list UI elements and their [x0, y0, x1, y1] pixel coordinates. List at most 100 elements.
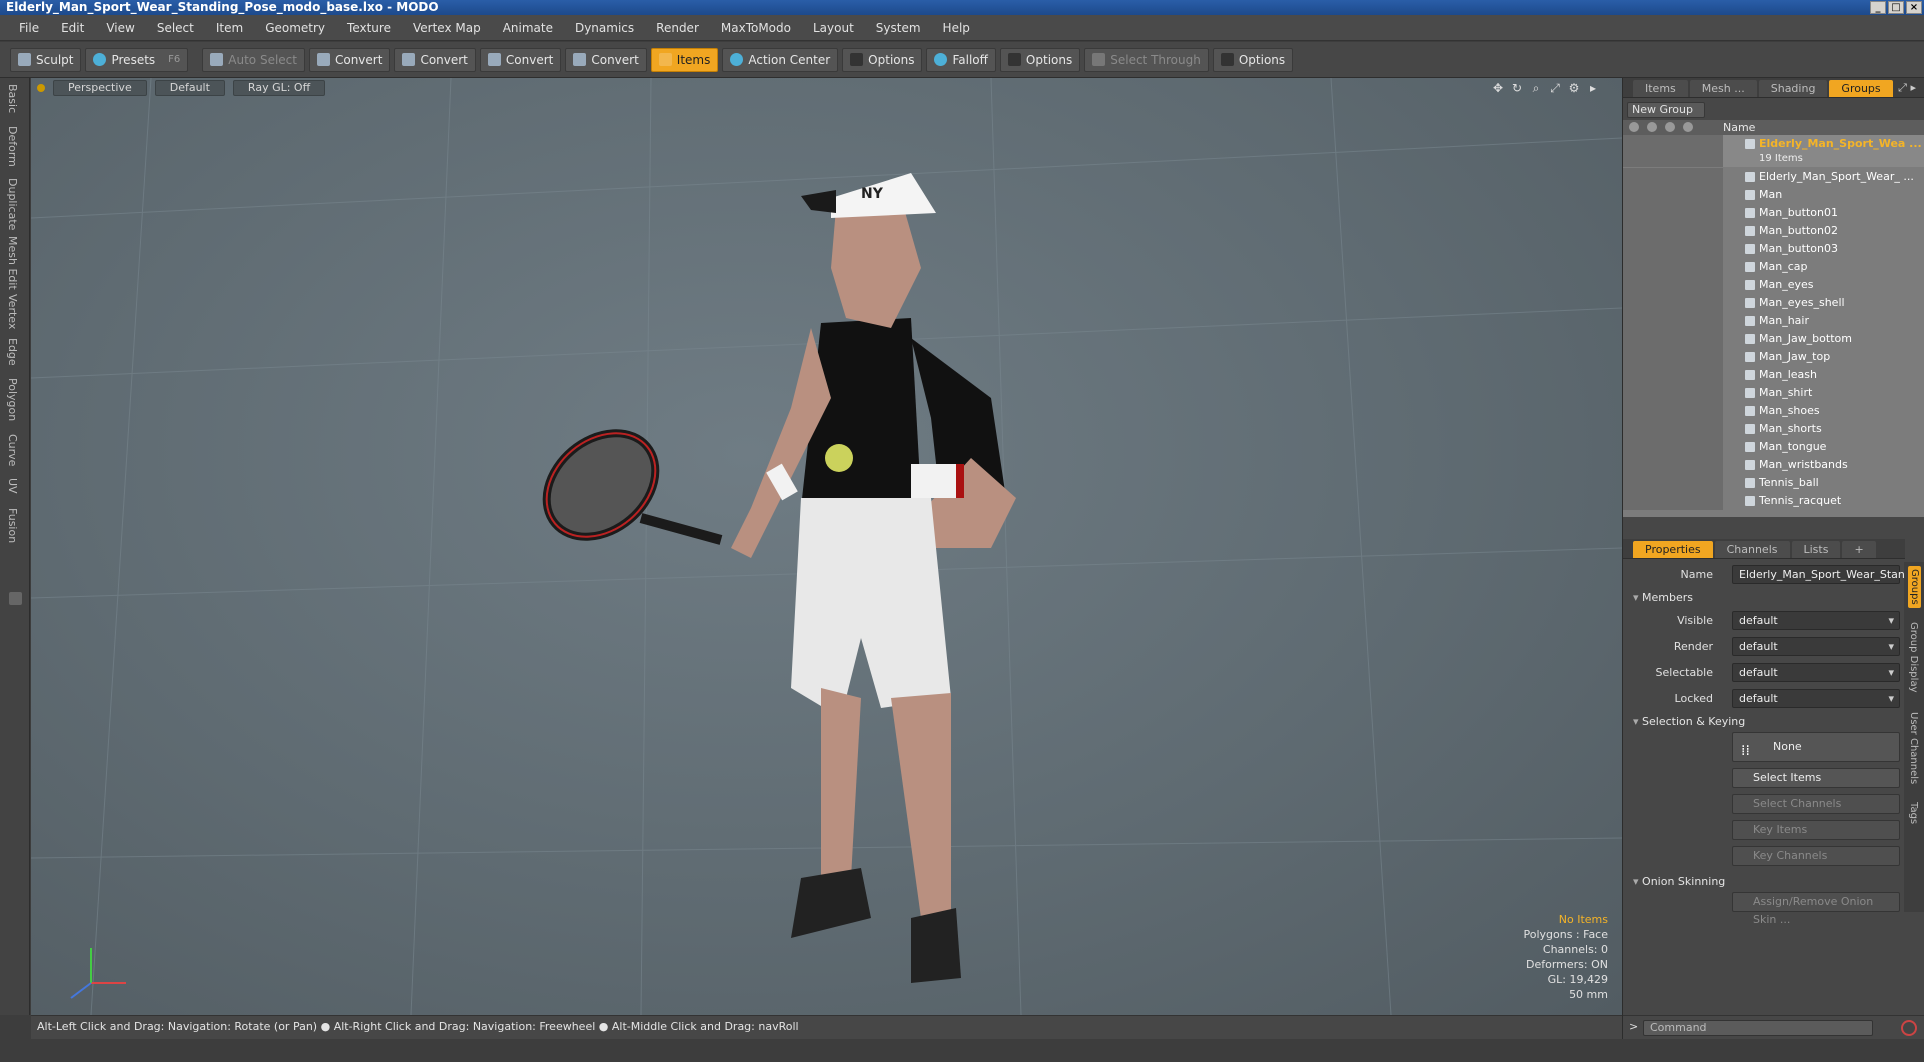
menu-geometry[interactable]: Geometry — [254, 21, 336, 35]
tennis-racquet[interactable] — [526, 412, 723, 558]
tab-properties[interactable]: Properties — [1633, 541, 1713, 558]
expand-icon[interactable]: ⤢ ▸ — [1898, 81, 1916, 95]
tree-item[interactable]: Man_cap — [1623, 258, 1924, 276]
tab-shading[interactable]: Shading — [1758, 80, 1828, 97]
tab-mesh[interactable]: Mesh ... — [1689, 80, 1757, 97]
tree-item[interactable]: Man_button02 — [1623, 222, 1924, 240]
menu-view[interactable]: View — [95, 21, 145, 35]
tree-item[interactable]: Tennis_racquet — [1623, 492, 1924, 510]
menu-dynamics[interactable]: Dynamics — [564, 21, 645, 35]
convert-button-3[interactable]: Convert — [479, 47, 562, 72]
options-button-3[interactable]: Options — [1212, 47, 1294, 72]
tree-item[interactable]: Man_Jaw_top — [1623, 348, 1924, 366]
side-tab-group-display[interactable]: Group Display — [1908, 622, 1919, 692]
name-field[interactable]: Elderly_Man_Sport_Wear_Stand — [1732, 565, 1912, 584]
menu-texture[interactable]: Texture — [336, 21, 402, 35]
convert-button-2[interactable]: Convert — [394, 47, 476, 72]
auto-select-button[interactable]: Auto Select — [202, 47, 305, 72]
menu-layout[interactable]: Layout — [802, 21, 865, 35]
view-type-dropdown[interactable]: Perspective — [53, 80, 147, 96]
falloff-button[interactable]: Falloff — [926, 47, 996, 72]
onion-skinning-section[interactable]: Onion Skinning — [1623, 872, 1905, 892]
tree-item[interactable]: Man_leash — [1623, 366, 1924, 384]
sculpt-button[interactable]: Sculpt — [10, 47, 82, 72]
gear-icon[interactable]: ⚙ — [1567, 81, 1581, 95]
visible-dropdown[interactable]: default — [1732, 611, 1900, 630]
zoom-view-icon[interactable]: ⌕ — [1529, 81, 1543, 95]
tab-fusion[interactable]: Fusion — [6, 508, 19, 543]
menu-select[interactable]: Select — [146, 21, 205, 35]
eye-icon[interactable] — [1629, 122, 1639, 132]
select-through-button[interactable]: Select Through — [1084, 47, 1209, 72]
minimize-button[interactable]: _ — [1870, 1, 1886, 14]
new-group-button[interactable]: New Group — [1627, 102, 1705, 118]
lock-icon[interactable] — [1665, 122, 1675, 132]
action-center-button[interactable]: Action Center — [722, 47, 839, 72]
options-button-1[interactable]: Options — [842, 47, 923, 72]
tab-lists[interactable]: Lists — [1791, 541, 1841, 558]
command-input[interactable]: Command — [1643, 1020, 1873, 1036]
tab-curve[interactable]: Curve — [6, 434, 19, 466]
menu-vertex-map[interactable]: Vertex Map — [402, 21, 492, 35]
tree-item[interactable]: Man_tongue — [1623, 438, 1924, 456]
select-items-button[interactable]: Select Items — [1732, 768, 1900, 788]
menu-edit[interactable]: Edit — [50, 21, 95, 35]
tab-duplicate[interactable]: Duplicate — [6, 178, 19, 230]
tree-item[interactable]: Man_Jaw_bottom — [1623, 330, 1924, 348]
options-button-2[interactable]: Options — [999, 47, 1081, 72]
tree-item[interactable]: Man_button03 — [1623, 240, 1924, 258]
side-tab-user-channels[interactable]: User Channels — [1908, 712, 1919, 784]
shading-dropdown[interactable]: Default — [154, 80, 225, 96]
convert-button-4[interactable]: Convert — [565, 47, 647, 72]
viewport-menu-icon[interactable] — [37, 84, 45, 92]
tree-item[interactable]: Man — [1623, 186, 1924, 204]
maximize-button[interactable]: □ — [1888, 1, 1904, 14]
tab-items[interactable]: Items — [1633, 80, 1688, 97]
tab-edge[interactable]: Edge — [6, 338, 19, 366]
select-icon[interactable] — [1683, 122, 1693, 132]
tree-item[interactable]: Elderly_Man_Sport_Wear_ ... — [1623, 168, 1924, 186]
menu-animate[interactable]: Animate — [492, 21, 564, 35]
key-channels-button[interactable]: Key Channels — [1732, 846, 1900, 866]
menu-file[interactable]: File — [8, 21, 50, 35]
key-items-button[interactable]: Key Items — [1732, 820, 1900, 840]
tab-basic[interactable]: Basic — [6, 84, 19, 113]
chevron-right-icon[interactable]: ▸ — [1586, 81, 1600, 95]
group-row[interactable]: Elderly_Man_Sport_Wea ... 19 Items — [1623, 135, 1924, 167]
side-tab-tags[interactable]: Tags — [1908, 802, 1919, 824]
tree-item[interactable]: Man_shoes — [1623, 402, 1924, 420]
tree-item[interactable]: Man_eyes_shell — [1623, 294, 1924, 312]
menu-help[interactable]: Help — [932, 21, 981, 35]
menu-item[interactable]: Item — [205, 21, 254, 35]
raygl-toggle[interactable]: Ray GL: Off — [232, 80, 326, 96]
column-name[interactable]: Name — [1723, 120, 1755, 135]
locked-dropdown[interactable]: default — [1732, 689, 1900, 708]
add-tab-button[interactable]: + — [1842, 541, 1876, 558]
tree-item[interactable]: Man_shirt — [1623, 384, 1924, 402]
tree-item[interactable]: Man_eyes — [1623, 276, 1924, 294]
assign-onion-skin-button[interactable]: Assign/Remove Onion Skin ... — [1732, 892, 1900, 926]
panel-toggle-icon[interactable] — [9, 592, 22, 605]
render-dropdown[interactable]: default — [1732, 637, 1900, 656]
close-button[interactable]: × — [1906, 1, 1922, 14]
character-model[interactable]: NY — [31, 78, 1622, 1015]
render-icon[interactable] — [1647, 122, 1657, 132]
select-channels-button[interactable]: Select Channels — [1732, 794, 1900, 814]
members-section[interactable]: Members — [1623, 588, 1905, 608]
presets-button[interactable]: Presets F6 — [85, 47, 189, 72]
tab-vertex[interactable]: Vertex — [6, 294, 19, 329]
3d-viewport[interactable]: NY Perspective Default Ray GL: Off ✥ ↻ ⌕… — [31, 78, 1622, 1015]
none-selection-button[interactable]: ⁞⁞ None — [1732, 732, 1900, 762]
selection-keying-section[interactable]: Selection & Keying — [1623, 712, 1905, 732]
menu-render[interactable]: Render — [645, 21, 710, 35]
side-tab-groups[interactable]: Groups — [1908, 566, 1921, 608]
rotate-view-icon[interactable]: ↻ — [1510, 81, 1524, 95]
tree-item[interactable]: Man_hair — [1623, 312, 1924, 330]
tab-groups[interactable]: Groups — [1829, 80, 1893, 97]
tab-channels[interactable]: Channels — [1714, 541, 1790, 558]
convert-button-1[interactable]: Convert — [308, 47, 391, 72]
tab-mesh-edit[interactable]: Mesh Edit — [6, 236, 19, 290]
tree-item[interactable]: Tennis_ball — [1623, 474, 1924, 492]
menu-maxtomodo[interactable]: MaxToModo — [710, 21, 802, 35]
items-mode-button[interactable]: Items — [650, 47, 719, 72]
